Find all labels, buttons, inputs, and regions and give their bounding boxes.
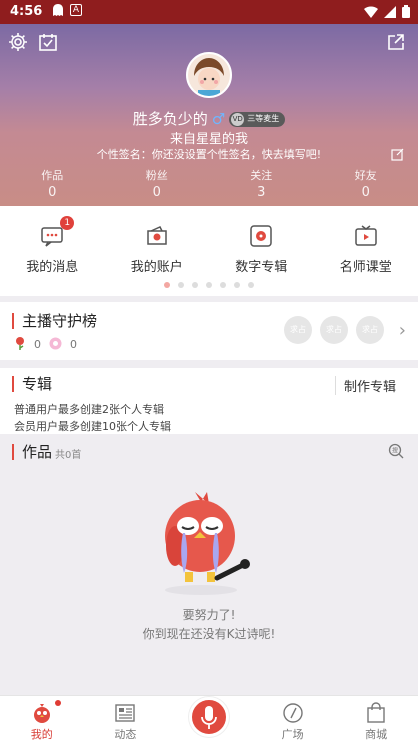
album-card: 专辑 制作专辑 普通用户最多创建2张个人专辑 会员用户最多创建10张个人专辑 [0, 368, 418, 434]
level-badge-text: 三等麦生 [247, 114, 280, 123]
level-badge[interactable]: VD 三等麦生 [229, 112, 286, 127]
quick-my-account[interactable]: 我的账户 [105, 224, 210, 275]
compass-icon [282, 702, 304, 724]
carousel-dot[interactable] [220, 282, 226, 288]
settings-gear-icon[interactable] [8, 32, 28, 56]
stat-value: 0 [152, 185, 161, 200]
nickname: 胜多负少的 [132, 110, 208, 128]
album-title: 专辑 [12, 376, 52, 392]
tab-shop[interactable]: 商城 [334, 696, 418, 743]
album-tip-normal: 普通用户最多创建2张个人专辑 [14, 403, 164, 416]
stat-works[interactable]: 作品 0 [0, 167, 105, 200]
quick-label: 我的账户 [130, 260, 183, 275]
wallet-icon [145, 224, 169, 248]
guard-title: 主播守护榜 [12, 313, 97, 329]
shop-bag-icon [365, 702, 387, 724]
stat-label: 关注 [250, 169, 273, 182]
carousel-dot[interactable] [206, 282, 212, 288]
carousel-dot[interactable] [192, 282, 198, 288]
guard-seat[interactable]: 求占 [320, 316, 348, 344]
search-icon-label: 搜 [392, 447, 398, 455]
status-bar: 4:56 A [0, 0, 418, 24]
chevron-right-icon[interactable]: › [399, 320, 406, 341]
empty-title: 要努力了! [182, 608, 236, 622]
stat-friends[interactable]: 好友 0 [314, 167, 418, 200]
quick-label: 数字专辑 [235, 260, 288, 275]
tab-label: 商城 [365, 728, 388, 741]
message-icon: 1 [40, 216, 75, 248]
carousel-dot[interactable] [234, 282, 240, 288]
signature-text[interactable]: 个性签名：你还没设置个性签名，快去填写吧! [0, 146, 418, 162]
flower-count: 0 [34, 338, 41, 351]
works-header: 作品 共0首 搜 [0, 438, 418, 462]
guard-seat[interactable]: 求占 [284, 316, 312, 344]
avatar[interactable] [186, 52, 232, 98]
tab-mine[interactable]: 我的 [0, 696, 84, 743]
guard-seat[interactable]: 求占 [356, 316, 384, 344]
empty-subtitle: 你到现在还没有K过诗呢! [142, 627, 276, 641]
tab-label: 动态 [114, 728, 137, 741]
search-icon[interactable]: 搜 [388, 443, 404, 463]
message-count-badge: 1 [60, 216, 75, 230]
record-mic-button[interactable] [189, 697, 229, 737]
record-icon [249, 224, 273, 248]
gift-flower-icon [49, 337, 62, 353]
make-album-button[interactable]: 制作专辑 [334, 376, 396, 395]
origin-text: 来自星星的我 [169, 132, 248, 147]
mic-icon [201, 706, 217, 729]
tab-label: 广场 [281, 728, 304, 741]
works-title: 作品 [12, 444, 52, 460]
works-count: 共0首 [55, 450, 82, 461]
quick-actions: 1 我的消息 我的账户 数字专辑 名师课堂 [0, 206, 418, 296]
share-icon[interactable] [386, 32, 406, 56]
guard-ranking-card[interactable]: 主播守护榜 0 0 求占 求占 求占 › [0, 302, 418, 360]
carousel-dot[interactable] [178, 282, 184, 288]
notification-dot [55, 700, 61, 706]
quick-master-class[interactable]: 名师课堂 [314, 224, 418, 275]
calendar-check-icon[interactable] [38, 32, 58, 56]
profile-bird-icon [31, 702, 53, 724]
quick-digital-album[interactable]: 数字专辑 [209, 224, 314, 275]
quick-my-messages[interactable]: 1 我的消息 [0, 216, 105, 275]
nickname-row: 胜多负少的 ♂ VD 三等麦生 [0, 108, 418, 129]
crying-bird-illustration [165, 492, 250, 595]
quick-label: 名师课堂 [339, 260, 392, 275]
stat-value: 0 [48, 185, 57, 200]
stat-following[interactable]: 关注 3 [209, 167, 314, 200]
carousel-dot[interactable] [248, 282, 254, 288]
stat-value: 0 [361, 185, 370, 200]
tab-square[interactable]: 广场 [251, 696, 335, 743]
empty-state: 要努力了! 你到现在还没有K过诗呢! [0, 480, 418, 680]
a-notification-icon: A [70, 4, 82, 16]
carousel-dots [0, 282, 418, 288]
status-time: 4:56 [10, 4, 43, 19]
video-icon [354, 224, 378, 248]
feed-icon [114, 702, 136, 724]
tab-label: 我的 [30, 728, 53, 741]
tab-feed[interactable]: 动态 [84, 696, 168, 743]
profile-header: 胜多负少的 ♂ VD 三等麦生 来自星星的我 个性签名：你还没设置个性签名，快去填写吧… [0, 24, 418, 206]
carousel-dot[interactable] [164, 282, 170, 288]
signal-icon [384, 5, 396, 22]
ghost-notification-icon [52, 4, 64, 21]
male-gender-icon: ♂ [211, 110, 226, 128]
album-tip-member: 会员用户最多创建10张个人专辑 [14, 420, 171, 433]
vd-badge-icon: VD [231, 113, 245, 126]
stats-row: 作品 0 粉丝 0 关注 3 好友 0 [0, 167, 418, 200]
stat-label: 作品 [41, 169, 64, 182]
stat-fans[interactable]: 粉丝 0 [105, 167, 210, 200]
stat-value: 3 [257, 185, 266, 200]
edit-signature-icon[interactable] [391, 146, 404, 165]
stat-label: 粉丝 [145, 169, 168, 182]
stat-label: 好友 [354, 169, 377, 182]
quick-label: 我的消息 [26, 260, 79, 275]
battery-icon [402, 5, 410, 22]
flower-icon [14, 336, 26, 353]
gift-count: 0 [70, 338, 77, 351]
wifi-icon [364, 5, 378, 22]
